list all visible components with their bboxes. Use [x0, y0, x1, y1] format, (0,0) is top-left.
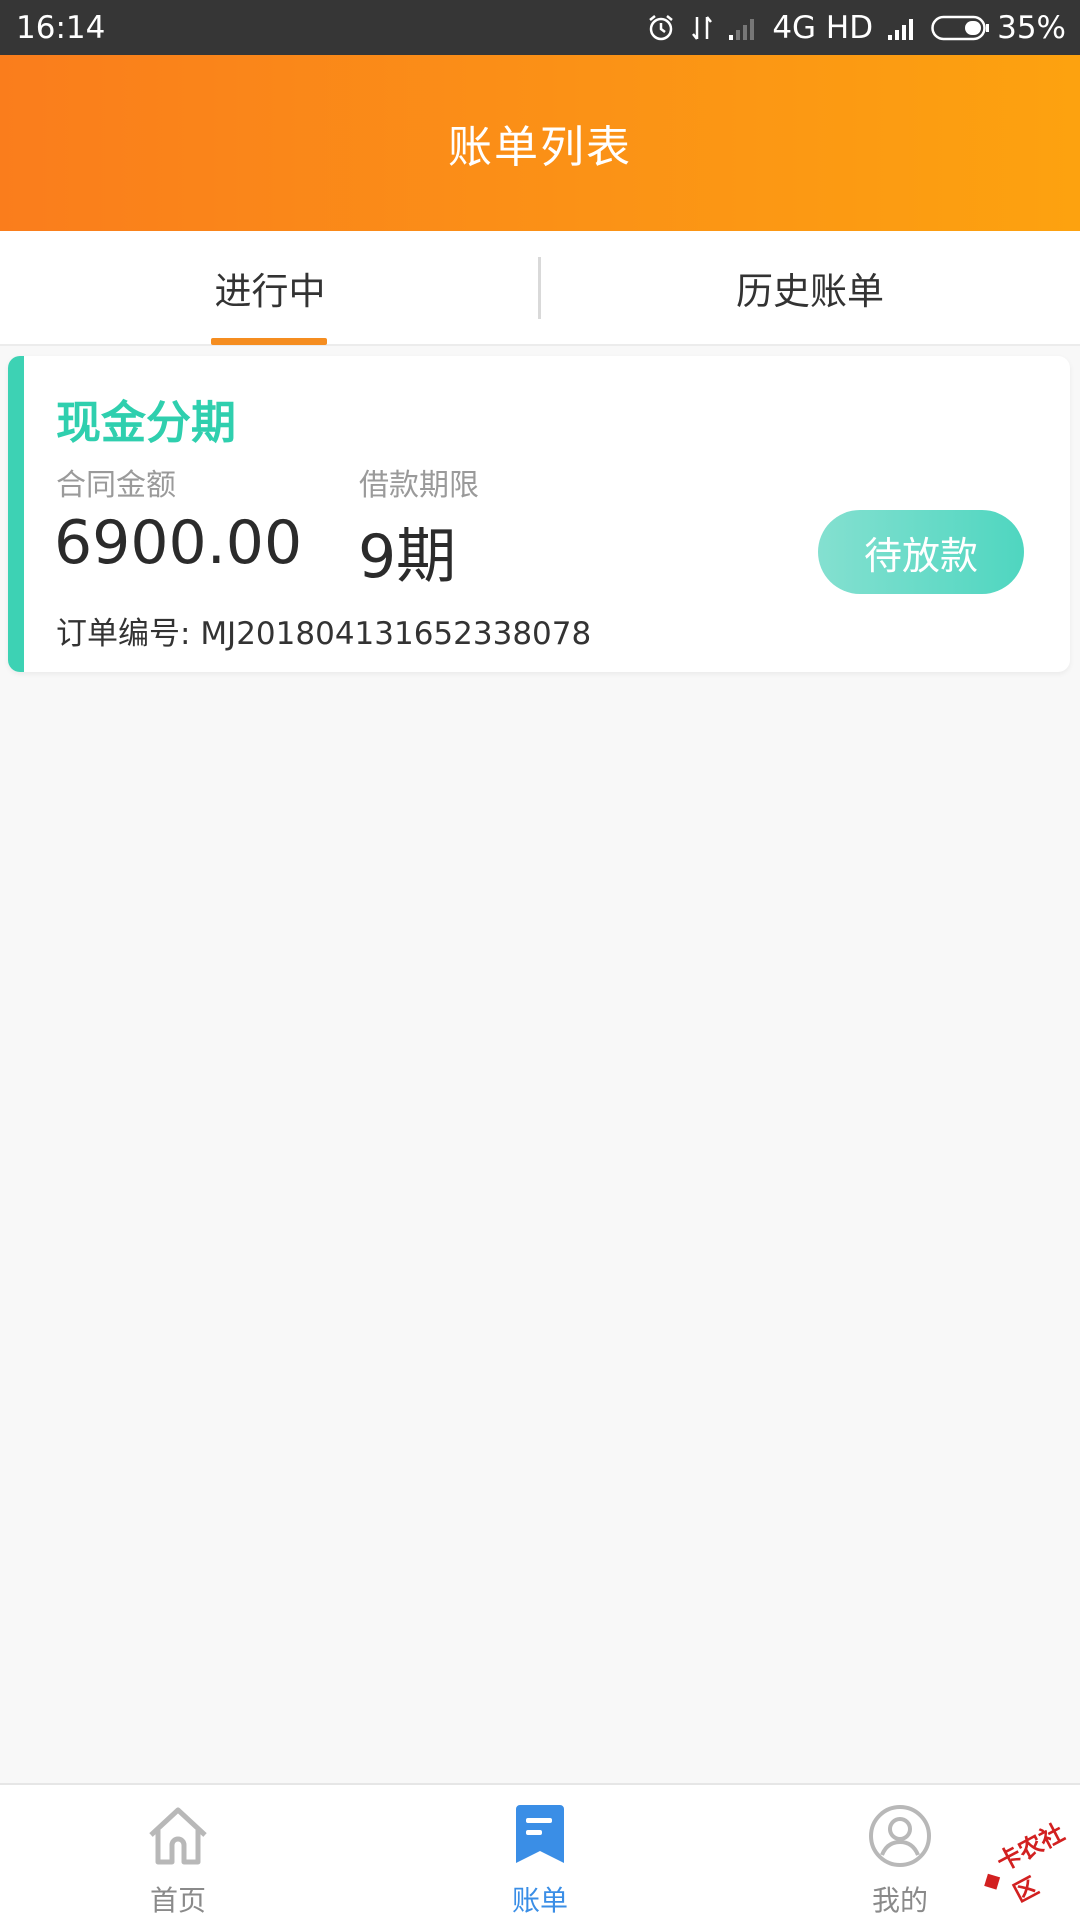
nav-label-profile: 我的: [871, 1884, 928, 1917]
tab-label: 进行中: [214, 269, 326, 313]
status-icons: 4G HD 35%: [646, 10, 1066, 46]
nav-bill[interactable]: 账单: [460, 1785, 620, 1920]
nav-label-bill: 账单: [511, 1884, 568, 1917]
network-type: 4G HD: [772, 9, 874, 46]
bill-card[interactable]: 现金分期 合同金额 借款期限 6900.00 9期 订单编号: MJ201804…: [8, 356, 1070, 672]
nav-profile[interactable]: 我的: [820, 1785, 980, 1920]
amount-label: 合同金额: [56, 468, 176, 503]
order-number: 订单编号: MJ201804131652338078: [56, 608, 591, 653]
home-icon: [145, 1803, 211, 1873]
term-value: 9期: [358, 522, 457, 592]
data-transfer-icon: [690, 13, 714, 43]
page-title: 账单列表: [448, 122, 632, 173]
nav-label-home: 首页: [149, 1884, 206, 1917]
tab-bar: 进行中 历史账单: [0, 231, 1080, 346]
term-label: 借款期限: [359, 468, 479, 503]
alarm-icon: [646, 13, 676, 43]
profile-icon: [867, 1803, 933, 1873]
active-tab-indicator: [211, 338, 327, 345]
signal-strong-icon: [887, 15, 917, 41]
tab-in-progress[interactable]: 进行中: [0, 231, 540, 344]
order-label: 订单编号:: [56, 616, 191, 652]
battery: 35%: [931, 10, 1066, 46]
bill-icon: [512, 1803, 568, 1869]
tab-history[interactable]: 历史账单: [540, 231, 1080, 344]
battery-icon: [931, 15, 990, 40]
battery-level: 35%: [997, 9, 1066, 46]
amount-value: 6900.00: [54, 508, 303, 578]
product-name: 现金分期: [56, 396, 237, 449]
card-accent-bar: [8, 356, 24, 672]
order-value: MJ201804131652338078: [200, 616, 592, 652]
status-bar: 16:14 4G HD 35%: [0, 0, 1080, 55]
bottom-nav: 首页 账单 我的: [0, 1783, 1080, 1920]
status-button[interactable]: 待放款: [818, 510, 1024, 594]
app-header: 账单列表: [0, 55, 1080, 231]
tab-label: 历史账单: [736, 269, 884, 313]
nav-home[interactable]: 首页: [98, 1785, 258, 1920]
signal-weak-icon: [728, 15, 758, 41]
status-time: 16:14: [16, 9, 106, 46]
